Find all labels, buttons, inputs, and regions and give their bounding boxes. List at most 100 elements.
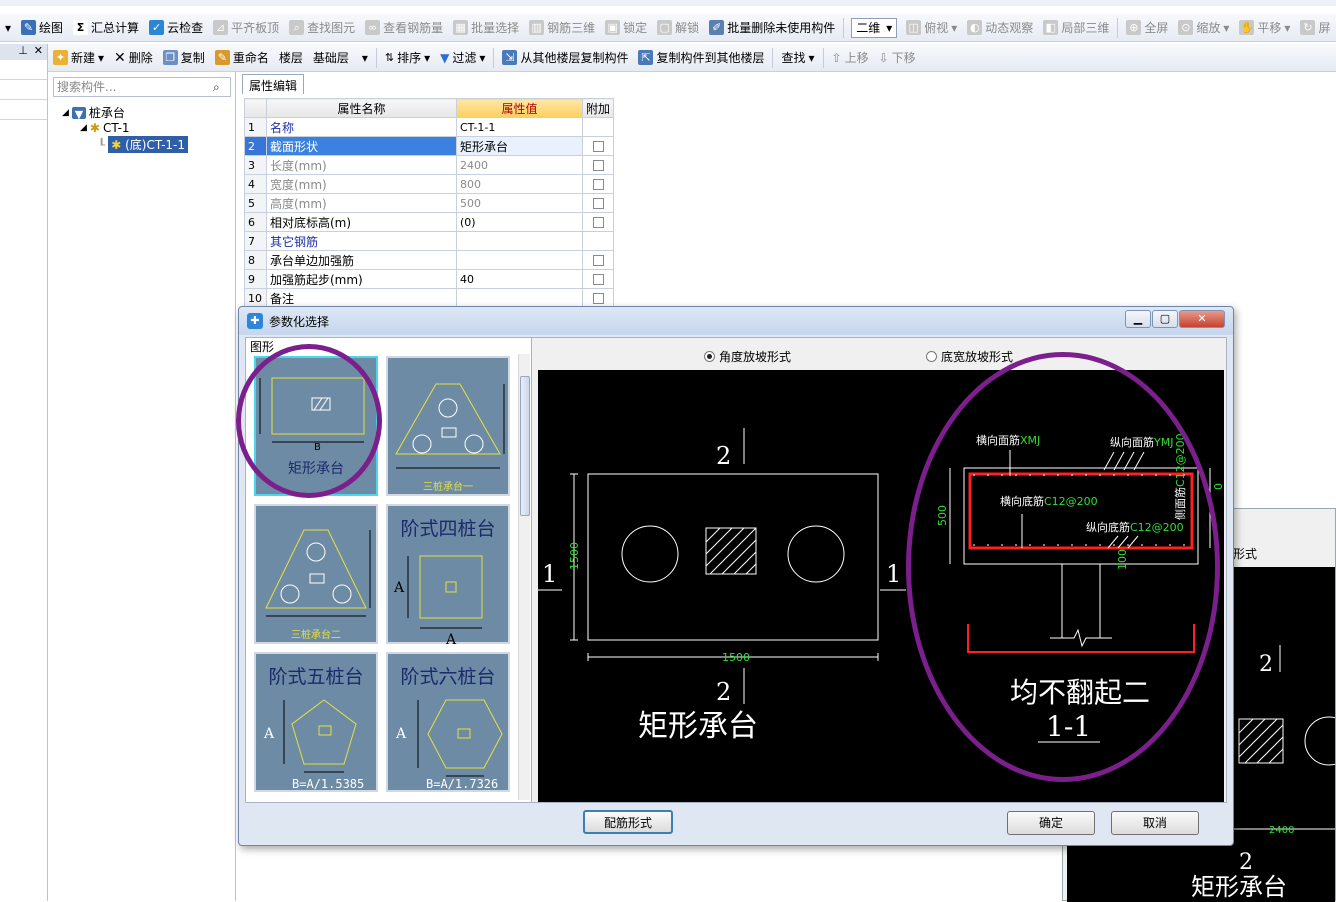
table-row[interactable]: 10 备注	[244, 288, 615, 308]
attach-checkbox[interactable]	[592, 179, 604, 190]
dock-header: ⊥ ✕	[0, 44, 47, 60]
radio-bottom-width-slope[interactable]: 底宽放坡形式	[926, 348, 1013, 365]
copy-from-floor-button[interactable]: ⇲ 从其他楼层复制构件	[497, 47, 633, 69]
shape-stepped-four-pile[interactable]: 阶式四桩台 A A	[386, 504, 510, 646]
sort-button[interactable]: ⇅ 排序 ▾	[380, 47, 435, 69]
pan-icon: ✋	[1239, 20, 1255, 35]
batch-delete-unused-button[interactable]: ✐ 批量删除未使用构件	[704, 17, 840, 39]
pin-icon[interactable]: ⊥	[18, 44, 28, 60]
minimize-button[interactable]: ▁	[1125, 310, 1151, 328]
rebar-form-button[interactable]: 配筋形式	[583, 810, 673, 834]
scroll-thumb[interactable]	[520, 376, 530, 516]
find-element-button[interactable]: ⌕ 查找图元	[284, 17, 360, 39]
tree-node-ct1-1[interactable]: ┖ ✱ (底)CT-1-1	[98, 136, 189, 153]
close-button[interactable]: ✕	[1179, 310, 1225, 328]
tree-node-ct1[interactable]: ◢ ✱ CT-1	[80, 121, 130, 135]
rebar-qty-icon: ∞	[365, 20, 381, 35]
align-slab-top-button[interactable]: ⊿ 平齐板顶	[208, 17, 284, 39]
batch-select-button[interactable]: ▦ 批量选择	[448, 17, 524, 39]
unlock-button[interactable]: ▢ 解锁	[652, 17, 704, 39]
ok-button[interactable]: 确定	[1007, 811, 1095, 835]
copy-from-floor-icon: ⇲	[502, 50, 518, 65]
close-icon[interactable]: ✕	[34, 44, 43, 60]
cloud-check-button[interactable]: ✓ 云检查	[144, 17, 208, 39]
attach-checkbox[interactable]	[592, 141, 604, 152]
draw-button[interactable]: ✎ 绘图	[16, 17, 68, 39]
table-row[interactable]: 2 截面形状 矩形承台	[244, 136, 615, 156]
toolbar-dropdown-arrow[interactable]: ▾	[0, 17, 16, 39]
search-input[interactable]: 搜索构件... ⌕	[53, 77, 231, 97]
dock-row[interactable]	[0, 80, 47, 100]
collapse-icon[interactable]: ◢	[80, 123, 87, 133]
floor-select[interactable]: 基础层 ▾	[308, 47, 373, 69]
table-row[interactable]: 6 相对底标高(m) (0)	[244, 212, 615, 232]
summary-calc-button[interactable]: Σ 汇总计算	[68, 17, 144, 39]
new-button[interactable]: ✦ 新建 ▾	[48, 47, 109, 69]
copy-to-floor-icon: ⇱	[638, 50, 654, 65]
view-mode-select[interactable]: 二维 ▾	[851, 17, 898, 38]
rename-icon: ✎	[214, 50, 230, 65]
attach-checkbox[interactable]	[592, 255, 604, 266]
shape-three-pile-1[interactable]: 三桩承台一	[386, 356, 510, 496]
rename-button[interactable]: ✎ 重命名	[210, 47, 274, 69]
move-down-button[interactable]: ⇩ 下移	[874, 47, 921, 69]
attach-checkbox[interactable]	[592, 217, 604, 228]
local-3d-button[interactable]: ◧ 局部三维	[1038, 17, 1114, 39]
table-row[interactable]: 9 加强筋起步(mm) 40	[244, 269, 615, 289]
dock-row[interactable]	[0, 100, 47, 120]
shape-three-pile-2[interactable]: 三桩承台二	[254, 504, 378, 644]
dynamic-observe-button[interactable]: ◐ 动态观察	[962, 17, 1038, 39]
shape-caption: 三桩承台二	[291, 630, 341, 641]
gallery-scrollbar[interactable]	[518, 354, 530, 800]
radio-angle-slope[interactable]: 角度放坡形式	[704, 348, 791, 365]
dialog-titlebar[interactable]: ✚ 参数化选择	[239, 307, 1233, 335]
table-row[interactable]: 7 其它钢筋	[244, 231, 615, 251]
table-row[interactable]: 5 高度(mm) 500	[244, 193, 615, 213]
rebar-3d-button[interactable]: ▥ 钢筋三维	[524, 17, 600, 39]
dock-row[interactable]	[0, 60, 47, 80]
svg-text:矩形承台: 矩形承台	[1191, 873, 1287, 901]
filter-button[interactable]: ▼ 过滤 ▾	[435, 47, 490, 69]
svg-text:A: A	[263, 726, 275, 742]
annotation-circle-shape	[236, 344, 382, 498]
table-row[interactable]: 8 承台单边加强筋	[244, 250, 615, 270]
tree-node-root[interactable]: ◢ ▼ 桩承台	[62, 104, 125, 121]
screen-button[interactable]: ↻ 屏	[1295, 17, 1335, 39]
maximize-button[interactable]: ▢	[1152, 310, 1178, 328]
side-mark-right: 1	[886, 560, 901, 588]
pan-button[interactable]: ✋ 平移 ▾	[1234, 17, 1295, 39]
table-row[interactable]: 1 名称 CT-1-1	[244, 117, 615, 137]
six-pile-thumbnail: A B=A/1.7326	[395, 699, 503, 791]
arrow-up-icon: ⇧	[831, 50, 842, 65]
attach-checkbox[interactable]	[592, 293, 604, 304]
shape-caption: 阶式五桩台	[268, 666, 364, 688]
table-row[interactable]: 4 宽度(mm) 800	[244, 174, 615, 194]
fullscreen-button[interactable]: ⊕ 全屏	[1121, 17, 1173, 39]
collapse-icon[interactable]: ◢	[62, 108, 69, 118]
lock-button[interactable]: ▣ 锁定	[600, 17, 652, 39]
brush-icon: ✐	[709, 20, 725, 35]
menubar	[0, 0, 1336, 6]
move-up-button[interactable]: ⇧ 上移	[827, 47, 874, 69]
attach-checkbox[interactable]	[592, 198, 604, 209]
app-icon: ✚	[247, 313, 263, 329]
shape-stepped-five-pile[interactable]: 阶式五桩台 A B=A/1.5385	[254, 652, 378, 792]
find-button[interactable]: 查找 ▾	[776, 47, 819, 69]
attach-checkbox[interactable]	[592, 274, 604, 285]
view-rebar-qty-button[interactable]: ∞ 查看钢筋量	[360, 17, 448, 39]
search-icon[interactable]: ⌕	[213, 80, 227, 94]
component-toolbar: ✦ 新建 ▾ ✕ 删除 ❐ 复制 ✎ 重命名 楼层 基础层 ▾ ⇅ 排序 ▾ ▼ 过滤 ▾ ⇲ 从其他…	[48, 44, 1336, 72]
table-row[interactable]: 3 长度(mm) 2400	[244, 155, 615, 175]
cancel-button[interactable]: 取消	[1111, 811, 1199, 835]
tab-property-edit[interactable]: 属性编辑	[242, 74, 305, 94]
shape-stepped-six-pile[interactable]: 阶式六桩台 A B=A/1.7326	[386, 652, 510, 792]
copy-button[interactable]: ❐ 复制	[158, 47, 210, 69]
top-view-button[interactable]: ◫ 俯视 ▾	[901, 17, 962, 39]
zoom-button[interactable]: ⊙ 缩放 ▾	[1173, 17, 1234, 39]
attach-checkbox[interactable]	[592, 160, 604, 171]
screen-icon: ↻	[1300, 20, 1316, 35]
delete-button[interactable]: ✕ 删除	[109, 47, 158, 69]
copy-to-floor-button[interactable]: ⇱ 复制构件到其他楼层	[633, 47, 769, 69]
zoom-icon: ⊙	[1178, 20, 1194, 35]
component-tree-panel: 搜索构件... ⌕ ◢ ▼ 桩承台 ◢ ✱ CT-1 ┖ ✱ (底)CT-1-1	[50, 72, 236, 901]
